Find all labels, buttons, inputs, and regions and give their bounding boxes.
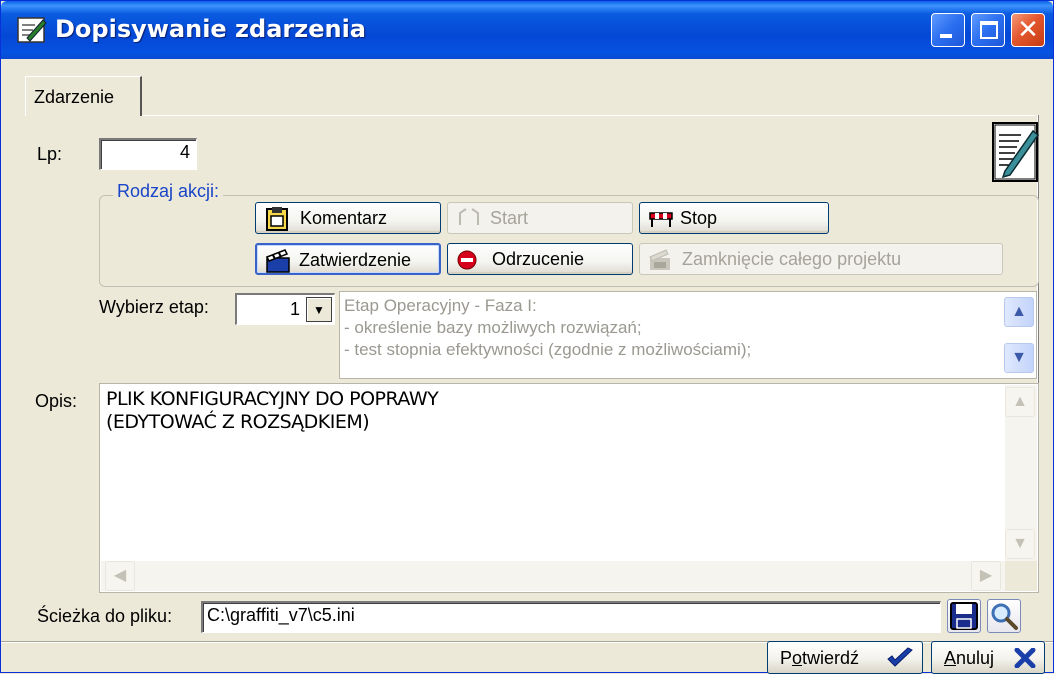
opis-vertical-scrollbar[interactable]: ▲ ▼ (1005, 385, 1037, 561)
action-type-legend: Rodzaj akcji: (113, 181, 224, 202)
close-icon: ✕ (1017, 15, 1039, 45)
dialog-window: Dopisywanie zdarzenia ✕ Zdarzenie Lp: 4 … (0, 0, 1054, 674)
etap-select[interactable]: 1 ▼ (235, 293, 335, 325)
close-x-icon (1014, 648, 1036, 668)
scroll-left-icon[interactable]: ◀ (105, 561, 135, 591)
odrzucenie-label: Odrzucenie (492, 249, 585, 269)
confirm-button[interactable]: Potwierdź (767, 641, 923, 674)
opis-horizontal-scrollbar[interactable]: ◀ ▶ (101, 561, 1005, 591)
etap-description: Etap Operacyjny - Faza I: - określenie b… (339, 291, 1037, 379)
lp-label: Lp: (37, 144, 63, 164)
stop-label: Stop (680, 208, 718, 228)
scroll-right-icon[interactable]: ▶ (971, 561, 1001, 591)
edit-note-icon (17, 17, 47, 43)
scroll-down-icon[interactable]: ▼ (1004, 343, 1034, 373)
stop-button[interactable]: Stop (639, 202, 829, 234)
chevron-down-icon[interactable]: ▼ (306, 297, 332, 322)
scroll-up-icon[interactable]: ▲ (1004, 297, 1034, 327)
clipboard-icon (266, 207, 288, 231)
minimize-icon (940, 34, 952, 38)
document-pen-icon (992, 122, 1039, 182)
minimize-button[interactable] (931, 13, 965, 47)
window-title: Dopisywanie zdarzenia (55, 15, 366, 43)
start-button[interactable]: Start (447, 202, 633, 234)
barrier-icon (649, 212, 673, 227)
close-project-icon (649, 249, 670, 270)
odrzucenie-button[interactable]: Odrzucenie (447, 243, 633, 275)
close-button[interactable]: ✕ (1011, 13, 1045, 47)
komentarz-button[interactable]: Komentarz (255, 202, 441, 234)
file-path-input[interactable]: C:\graffiti_v7\c5.ini (201, 601, 941, 633)
tab-panel-border (142, 115, 1035, 117)
opis-line: (EDYTOWAĆ Z ROZSĄDKIEM) (106, 411, 370, 433)
cancel-button[interactable]: Anuluj (931, 641, 1045, 674)
sciezka-label: Ścieżka do pliku: (37, 606, 173, 626)
zatwierdzenie-label: Zatwierdzenie (299, 250, 412, 270)
start-arrows-icon (459, 208, 479, 225)
browse-button[interactable] (987, 599, 1021, 633)
file-path-value: C:\graffiti_v7\c5.ini (207, 605, 355, 625)
clapperboard-icon (265, 249, 290, 273)
tab-label: Zdarzenie (34, 87, 115, 107)
komentarz-label: Komentarz (300, 208, 388, 228)
lp-input[interactable]: 4 (99, 138, 197, 170)
etap-description-line: - określenie bazy możliwych rozwiązań; (344, 318, 642, 337)
etap-label: Wybierz etap: (99, 297, 209, 317)
opis-label: Opis: (35, 391, 78, 411)
magnifier-icon (991, 603, 1018, 630)
opis-line: PLIK KONFIGURACYJNY DO POPRAWY (106, 388, 439, 410)
maximize-button[interactable] (971, 13, 1005, 47)
tab-zdarzenie[interactable]: Zdarzenie (25, 76, 142, 116)
scrollbar-corner (1005, 561, 1037, 591)
lp-value: 4 (179, 142, 190, 162)
no-entry-icon (457, 250, 477, 270)
cancel-label: Anuluj (944, 648, 995, 668)
start-label: Start (490, 208, 529, 228)
maximize-icon (980, 21, 998, 39)
checkmark-icon (887, 647, 913, 667)
scroll-up-icon[interactable]: ▲ (1005, 387, 1035, 417)
title-bar[interactable]: Dopisywanie zdarzenia ✕ (1, 1, 1053, 59)
scroll-down-icon[interactable]: ▼ (1005, 529, 1035, 559)
floppy-disk-icon (950, 602, 978, 630)
confirm-label: Potwierdź (780, 648, 860, 668)
etap-description-line: Etap Operacyjny - Faza I: (344, 296, 537, 315)
zamkniecie-projektu-label: Zamknięcie całego projektu (682, 249, 902, 269)
etap-value: 1 (289, 299, 300, 319)
zatwierdzenie-button[interactable]: Zatwierdzenie (255, 243, 441, 275)
save-button[interactable] (947, 599, 981, 633)
zamkniecie-projektu-button[interactable]: Zamknięcie całego projektu (639, 243, 1003, 275)
etap-description-line: - test stopnia efektywności (zgodnie z m… (344, 340, 752, 359)
etap-scrollbar[interactable]: ▲ ▼ (1004, 297, 1034, 373)
